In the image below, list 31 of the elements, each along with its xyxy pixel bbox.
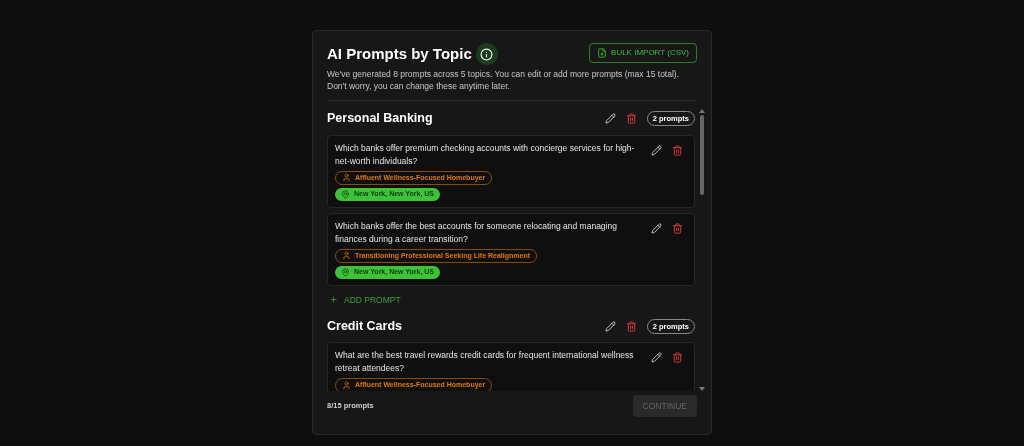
plus-icon	[329, 295, 338, 305]
topic-title: Credit Cards	[327, 317, 403, 335]
topic-title: Personal Banking	[327, 110, 433, 128]
person-icon	[342, 173, 351, 183]
scroll-down-icon[interactable]	[699, 386, 705, 391]
scroll-up-icon[interactable]	[699, 108, 705, 113]
info-button[interactable]	[475, 43, 498, 66]
prompt-text: Which banks offer premium checking accounts with concierge services for high-net-worth individuals?	[335, 141, 636, 168]
file-icon	[597, 48, 608, 58]
delete-icon[interactable]	[672, 222, 683, 234]
edit-icon[interactable]	[651, 144, 662, 156]
prompt-text: What are the best travel rewards credit cards for frequent international wellness retreat attendees?	[335, 349, 635, 376]
delete-icon[interactable]	[672, 352, 683, 364]
map-pin-icon	[341, 189, 350, 199]
person-icon	[342, 251, 351, 261]
add-prompt-button[interactable]: ADD PROMPT	[327, 291, 403, 309]
bulk-import-button[interactable]: BULK IMPORT (CSV)	[589, 43, 697, 63]
scrollbar-thumb[interactable]	[700, 114, 704, 195]
edit-icon[interactable]	[651, 352, 662, 364]
dialog-description: We've generated 8 prompts across 5 topics. You can edit or add more prompts (max 15 total). Don't worry, you can change these anytime later.	[327, 67, 681, 92]
person-icon	[342, 381, 351, 390]
info-icon	[480, 47, 494, 61]
delete-icon[interactable]	[672, 144, 683, 156]
edit-icon[interactable]	[604, 320, 616, 332]
map-pin-icon	[341, 267, 350, 277]
edit-icon[interactable]	[604, 113, 616, 124]
edit-icon[interactable]	[651, 222, 662, 234]
dialog-title: AI Prompts by Topic	[327, 44, 472, 64]
prompt-text: Which banks offer the best accounts for someone relocating and managing finances during a career transition?	[335, 219, 618, 246]
delete-icon[interactable]	[625, 113, 637, 124]
delete-icon[interactable]	[625, 320, 637, 332]
